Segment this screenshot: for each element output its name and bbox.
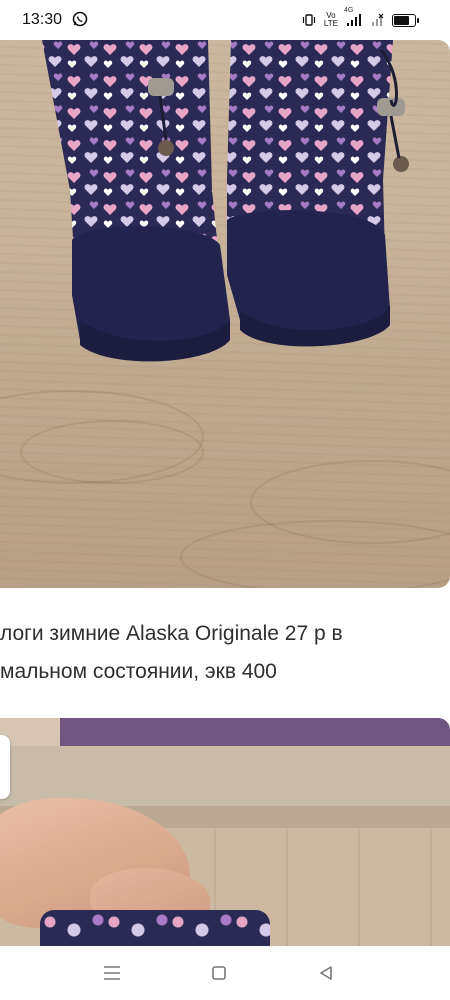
status-icons: Vo LTE 4G — [302, 7, 419, 30]
status-time: 13:30 — [22, 11, 63, 28]
status-bar: 13:30 Vo LTE 4G — [0, 0, 450, 40]
back-icon[interactable] — [313, 960, 339, 986]
volte-label-bottom: LTE — [323, 19, 338, 28]
description-line-2: мальном состоянии, экв 400 — [0, 660, 277, 683]
navigation-bar — [0, 946, 450, 1000]
boot-peek — [40, 910, 270, 946]
wood-grain — [180, 520, 450, 588]
wall-purple — [60, 718, 450, 746]
signal-label: 4G — [344, 7, 354, 14]
signal-x-icon — [370, 13, 384, 27]
listing-photo-hand[interactable] — [0, 718, 450, 946]
vibrate-icon — [302, 13, 316, 27]
listing-description[interactable]: логи зимние Alaska Originale 27 р в маль… — [0, 615, 450, 691]
wood-grain — [20, 420, 204, 484]
battery-icon — [392, 13, 419, 27]
signal-icon: 4G — [344, 7, 362, 27]
whatsapp-icon — [72, 11, 88, 27]
home-icon[interactable] — [206, 960, 232, 986]
listing-photo-boots[interactable] — [0, 40, 450, 588]
wall-baseboard — [0, 746, 450, 806]
boot-right — [227, 40, 409, 347]
side-panel-handle[interactable] — [0, 735, 10, 799]
menu-icon[interactable] — [99, 960, 125, 986]
description-line-1: логи зимние Alaska Originale 27 р в — [0, 622, 343, 645]
volte-icon: Vo LTE — [324, 12, 338, 28]
